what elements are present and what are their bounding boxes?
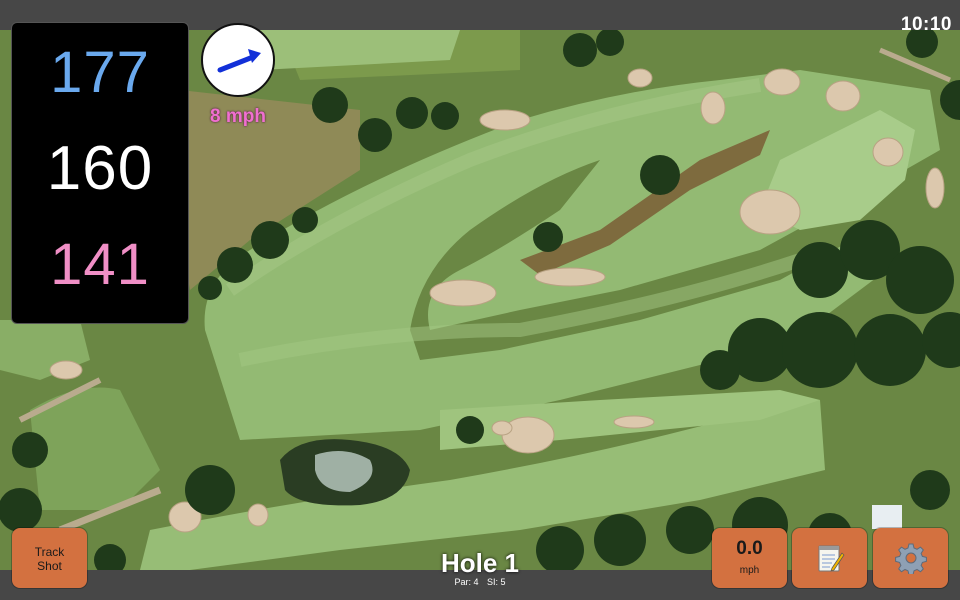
- speed-unit: mph: [739, 565, 760, 576]
- track-shot-label-line1: Track: [34, 545, 65, 559]
- track-shot-label-line2: Shot: [37, 559, 62, 573]
- golf-gps-screen: 10:10 177 160 141 8 mph Track Shot Hole …: [0, 0, 960, 600]
- speed-button[interactable]: 0.0 mph: [712, 528, 787, 588]
- distance-back: 177: [50, 40, 150, 105]
- distance-center: 160: [46, 134, 154, 203]
- clock: 10:10: [900, 14, 952, 35]
- par-label: Par: 4: [454, 577, 479, 587]
- arrow-icon: [217, 49, 261, 73]
- distance-front: 141: [50, 232, 150, 297]
- track-shot-button[interactable]: Track Shot: [12, 528, 87, 588]
- gear-icon: [894, 543, 927, 574]
- settings-button[interactable]: [873, 528, 948, 588]
- hole-info: Hole 1 Par: 4 SI: 5: [380, 549, 580, 588]
- wind-indicator: [201, 23, 275, 97]
- hole-meta: Par: 4 SI: 5: [380, 577, 580, 588]
- wind-speed-label: 8 mph: [210, 106, 266, 127]
- notepad-icon: [818, 545, 844, 572]
- notes-button[interactable]: [792, 528, 867, 588]
- si-label: SI: 5: [487, 577, 506, 587]
- speed-value: 0.0: [736, 538, 763, 559]
- distance-panel: 177 160 141: [11, 22, 189, 324]
- hole-title: Hole 1: [440, 548, 520, 578]
